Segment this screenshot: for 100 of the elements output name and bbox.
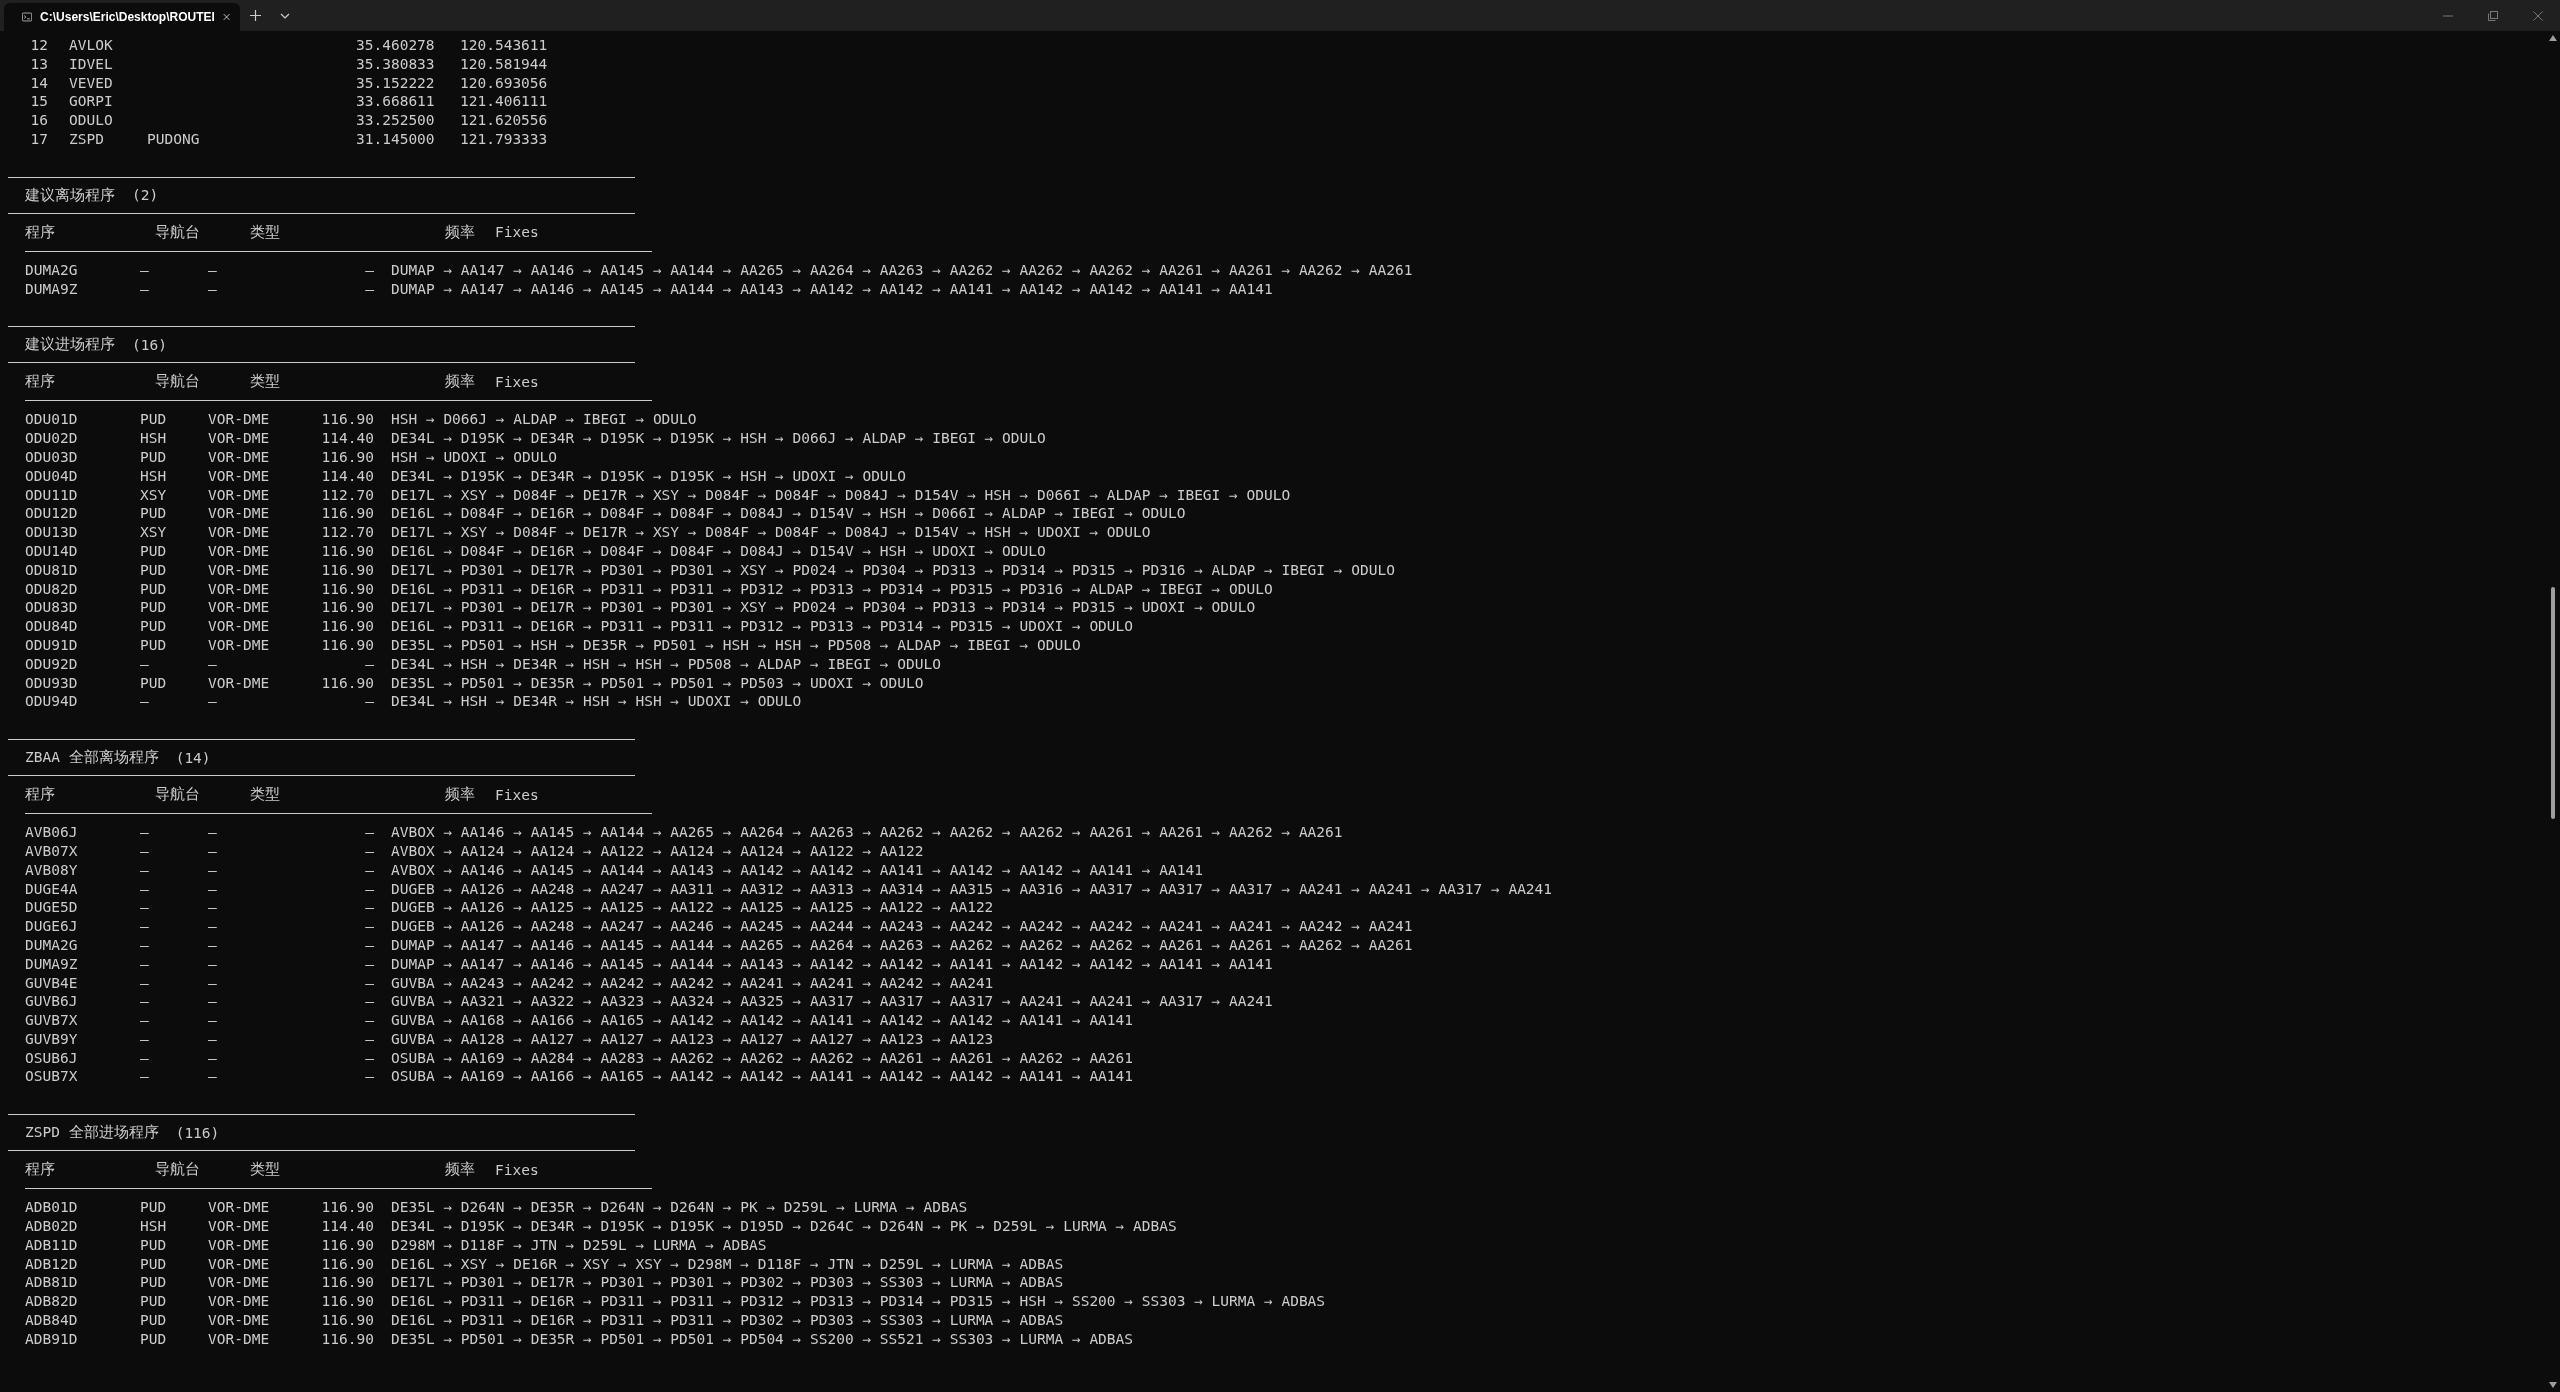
navaid-cell-text: PUD	[140, 1235, 168, 1255]
type-cell-text: –	[208, 654, 218, 674]
navaid-cell-text: PUD	[140, 541, 168, 561]
waypoint-ident: AVLOK	[69, 36, 114, 55]
procedure-name: ADB91D	[25, 1329, 79, 1349]
procedure-name: ADB84D	[25, 1311, 79, 1330]
terminal-icon	[22, 11, 33, 23]
navaid-cell-text: HSH	[140, 466, 168, 486]
navaid-cell-text: PUD	[140, 673, 168, 693]
fixes-cell-text: DUGEB → AA126 → AA125 → AA125 → AA122 → AA125 → AA125 → AA122 → AA122	[391, 898, 995, 918]
procedure-name: ADB82D	[25, 1292, 79, 1312]
frequency-cell: –	[365, 898, 374, 918]
navaid-cell-text: –	[140, 917, 150, 936]
type-cell-text: –	[208, 279, 218, 299]
procedure-name: AVB06J	[25, 823, 79, 842]
fixes-cell-text: OSUBA → AA169 → AA284 → AA283 → AA262 → AA262 → AA262 → AA261 → AA261 → AA262 → AA261	[391, 1048, 1135, 1068]
type-cell-text: VOR-DME	[208, 579, 271, 599]
plus-icon[interactable]	[249, 10, 261, 21]
type-cell-text: –	[208, 841, 218, 861]
frequency-cell: –	[365, 992, 374, 1012]
fixes-cell-text: DE34L → D195K → DE34R → D195K → D195K → HSH → D066J → ALDAP → IBEGI → ODULO	[391, 429, 1047, 448]
navaid-cell-text: –	[140, 954, 150, 974]
fixes-cell-text: DE35L → D264N → DE35R → D264N → D264N → PK → D259L → LURMA → ADBAS	[391, 1198, 969, 1218]
type-cell-text: –	[208, 260, 218, 280]
procedure-name: ADB12D	[25, 1254, 79, 1274]
scroll-down-icon[interactable]	[2549, 1382, 2557, 1388]
fixes-cell-text: DE17L → XSY → D084F → DE17R → XSY → D084F → D084F → D084J → D154V → HSH → UDOXI → ODULO	[391, 523, 1152, 542]
procedure-name: OSUB7X	[25, 1067, 79, 1087]
column-header: Fixes	[495, 786, 540, 803]
type-cell-text: –	[208, 1048, 218, 1068]
type-cell-text: –	[208, 1029, 218, 1049]
close-icon[interactable]	[2532, 10, 2543, 21]
procedure-name: ADB02D	[25, 1217, 79, 1236]
procedure-name: ODU92D	[25, 654, 79, 674]
section-title: 建议进场程序	[25, 335, 115, 355]
procedure-count: (14)	[175, 749, 211, 766]
row-number: 14	[30, 73, 48, 93]
navaid-cell-text: –	[140, 935, 150, 955]
procedure-name: ODU91D	[25, 635, 79, 655]
procedure-name: AVB07X	[25, 841, 79, 861]
waypoint-name: PUDONG	[147, 130, 201, 149]
column-header: 频率	[445, 372, 475, 392]
column-header: 频率	[445, 785, 475, 805]
frequency-cell: 116.90	[321, 1254, 374, 1274]
navaid-cell-text: PUD	[140, 635, 168, 655]
fixes-cell-text: DE34L → D195K → DE34R → D195K → D195K → HSH → UDOXI → ODULO	[391, 466, 908, 486]
navaid-cell-text: PUD	[140, 1311, 168, 1330]
procedure-name: ODU84D	[25, 617, 79, 636]
waypoint-ident: VEVED	[69, 73, 114, 93]
fixes-cell-text: DUMAP → AA147 → AA146 → AA145 → AA144 → AA143 → AA142 → AA142 → AA141 → AA142 → AA142 → AA141 → AA141	[391, 954, 1274, 974]
procedure-count: (2)	[132, 187, 159, 204]
column-header: 程序	[25, 372, 56, 392]
frequency-cell: 116.90	[321, 598, 374, 618]
type-cell-text: –	[208, 879, 218, 899]
scrollbar-thumb[interactable]	[2551, 587, 2555, 819]
frequency-cell: –	[365, 935, 374, 955]
fixes-cell-text: HSH → D066J → ALDAP → IBEGI → ODULO	[391, 410, 698, 430]
frequency-cell: –	[365, 841, 374, 861]
type-cell-text: –	[208, 973, 218, 993]
column-header: 频率	[445, 222, 475, 242]
longitude: 120.543611	[460, 36, 549, 55]
fixes-cell-text: DUMAP → AA147 → AA146 → AA145 → AA144 → AA265 → AA264 → AA263 → AA262 → AA262 → AA262 → AA261 → AA261 → AA262 → AA261	[391, 935, 1414, 955]
navaid-cell-text: HSH	[140, 1217, 168, 1236]
type-cell-text: VOR-DME	[208, 560, 271, 580]
chevron-down-icon[interactable]	[280, 12, 290, 19]
navaid-cell-text: –	[140, 260, 150, 280]
frequency-cell: –	[365, 1048, 374, 1068]
frequency-cell: 116.90	[321, 410, 374, 430]
type-cell-text: VOR-DME	[208, 466, 271, 486]
row-number: 15	[30, 92, 48, 112]
fixes-cell-text: DE17L → PD301 → DE17R → PD301 → PD301 → PD302 → PD303 → SS303 → LURMA → ADBAS	[391, 1273, 1065, 1293]
row-number: 17	[30, 130, 48, 149]
frequency-cell: 116.90	[321, 1273, 374, 1293]
longitude: 121.793333	[460, 130, 549, 149]
scroll-up-icon[interactable]	[2549, 35, 2557, 41]
navaid-cell-text: PUD	[140, 1254, 168, 1274]
fixes-cell-text: AVBOX → AA146 → AA145 → AA144 → AA265 → AA264 → AA263 → AA262 → AA262 → AA262 → AA261 → AA261 → AA262 → AA261	[391, 823, 1344, 842]
type-cell-text: VOR-DME	[208, 541, 271, 561]
column-header: 频率	[445, 1160, 475, 1180]
maximize-icon[interactable]	[2487, 10, 2498, 21]
frequency-cell: 116.90	[321, 1329, 374, 1349]
procedure-name: DUGE5D	[25, 898, 79, 918]
fixes-cell-text: DE35L → PD501 → HSH → DE35R → PD501 → HSH → HSH → PD508 → ALDAP → IBEGI → ODULO	[391, 635, 1082, 655]
type-cell-text: –	[208, 935, 218, 955]
procedure-name: GUVB4E	[25, 973, 79, 993]
fixes-cell-text: AVBOX → AA124 → AA124 → AA122 → AA124 → AA124 → AA122 → AA122	[391, 841, 925, 861]
navaid-cell-text: –	[140, 860, 150, 880]
fixes-cell-text: DE16L → XSY → DE16R → XSY → XSY → D298M → D118F → JTN → D259L → LURMA → ADBAS	[391, 1254, 1065, 1274]
type-cell-text: VOR-DME	[208, 504, 271, 524]
tab-title: C:\Users\Eric\Desktop\ROUTEI	[40, 10, 215, 24]
row-number: 12	[30, 36, 48, 55]
procedure-name: DUMA9Z	[25, 954, 79, 974]
frequency-cell: –	[365, 917, 374, 936]
fixes-cell-text: DE16L → D084F → DE16R → D084F → D084F → D084J → D154V → HSH → D066I → ALDAP → IBEGI → ODULO	[391, 504, 1187, 524]
fixes-cell-text: OSUBA → AA169 → AA166 → AA165 → AA142 → AA142 → AA141 → AA142 → AA142 → AA141 → AA141	[391, 1067, 1135, 1087]
frequency-cell: –	[365, 823, 374, 842]
section-title: 建议离场程序	[25, 185, 115, 205]
terminal-tab[interactable]: C:\Users\Eric\Desktop\ROUTEI	[4, 3, 240, 31]
procedure-name: GUVB9Y	[25, 1029, 79, 1049]
navaid-cell-text: PUD	[140, 504, 168, 524]
